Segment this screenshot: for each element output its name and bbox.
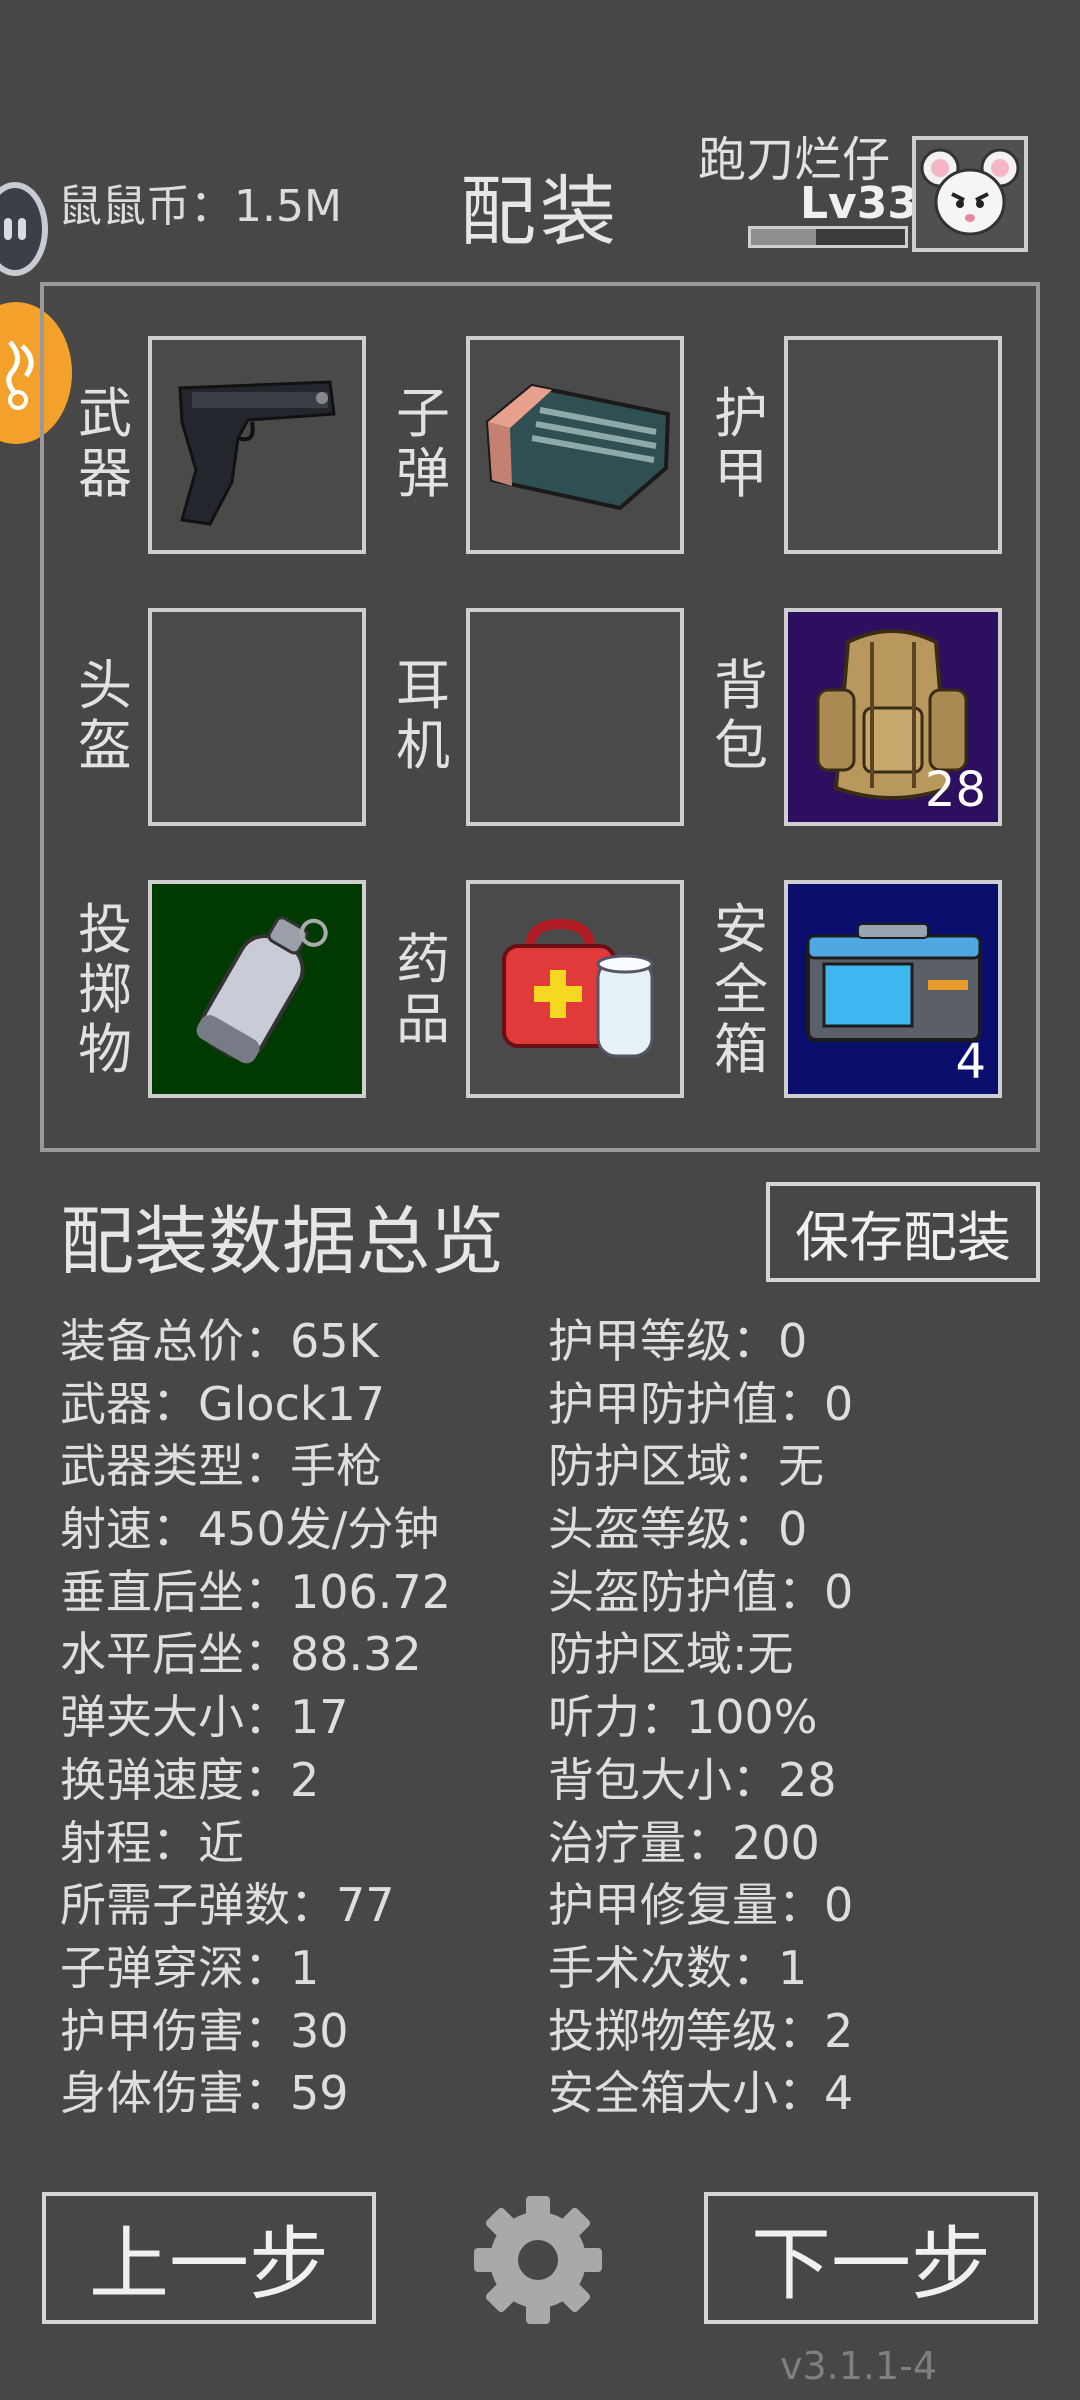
stat-healing: 治疗量：200 <box>548 1815 820 1870</box>
slot-label-ammo: 子 弹 <box>396 382 450 505</box>
stat-weapon-type: 武器类型：手枪 <box>60 1439 382 1494</box>
pistol-icon <box>178 380 336 526</box>
slot-label-safebox: 安 全 箱 <box>714 898 768 1081</box>
save-loadout-button[interactable]: 保存配装 <box>766 1182 1040 1282</box>
stat-horizontal-recoil: 水平后坐：88.32 <box>60 1627 422 1682</box>
slot-label-throwable: 投 掷 物 <box>78 898 132 1081</box>
slot-label-armor: 护 甲 <box>714 382 768 505</box>
xp-progress-bar <box>748 226 908 248</box>
next-step-button[interactable]: 下一步 <box>704 2192 1038 2324</box>
stats-left-column: 装备总价：65K 武器：Glock17 武器类型：手枪 射速：450发/分钟 垂… <box>60 1310 451 2125</box>
backpack-size-count: 28 <box>924 762 986 818</box>
stat-reload-speed: 换弹速度：2 <box>60 1752 320 1807</box>
slot-label-medicine: 药 品 <box>396 928 450 1051</box>
coin-balance: 鼠鼠币：1.5M <box>58 181 342 232</box>
stat-weapon: 武器：Glock17 <box>60 1376 386 1431</box>
stat-vertical-recoil: 垂直后坐：106.72 <box>60 1564 451 1619</box>
helmet-slot[interactable] <box>148 608 366 826</box>
stat-helmet-zone: 防护区域:无 <box>548 1627 794 1682</box>
avatar[interactable] <box>912 136 1028 252</box>
safe-box-slot[interactable]: 4 <box>784 880 1002 1098</box>
stat-hearing: 听力：100% <box>548 1690 818 1745</box>
version-label: v3.1.1-4 <box>780 2344 938 2388</box>
stat-backpack-size: 背包大小：28 <box>548 1752 837 1807</box>
stats-right-column: 护甲等级：0 护甲防护值：0 防护区域：无 头盔等级：0 头盔防护值：0 防护区… <box>548 1310 853 2125</box>
backpack-slot[interactable]: 28 <box>784 608 1002 826</box>
stat-surgery-count: 手术次数：1 <box>548 1940 808 1995</box>
stat-armor-level: 护甲等级：0 <box>548 1314 808 1368</box>
headset-slot[interactable] <box>466 608 684 826</box>
slot-label-backpack: 背 包 <box>714 654 768 777</box>
stat-fire-rate: 射速：450发/分钟 <box>60 1502 440 1557</box>
medkit-icon <box>502 918 654 1058</box>
medicine-slot[interactable] <box>466 880 684 1098</box>
stat-safebox-size: 安全箱大小：4 <box>548 2066 854 2121</box>
ammo-box-icon <box>485 383 671 511</box>
floating-chat-bubble[interactable] <box>0 182 48 276</box>
throwable-slot[interactable] <box>148 880 366 1098</box>
weapon-slot[interactable] <box>148 336 366 554</box>
stat-range: 射程：近 <box>60 1815 244 1870</box>
stat-ammo-required: 所需子弹数：77 <box>60 1878 395 1933</box>
stat-throwable-level: 投掷物等级：2 <box>548 2003 854 2058</box>
slot-label-headset: 耳 机 <box>396 654 450 777</box>
page-title: 配装 <box>460 167 620 256</box>
previous-step-button[interactable]: 上一步 <box>42 2192 376 2324</box>
stat-helmet-level: 头盔等级：0 <box>548 1502 808 1557</box>
overview-title: 配装数据总览 <box>60 1199 504 1285</box>
slot-label-weapon: 武 器 <box>78 382 132 505</box>
armor-slot[interactable] <box>784 336 1002 554</box>
stat-armor-protection: 护甲防护值：0 <box>548 1376 854 1431</box>
stat-body-damage: 身体伤害：59 <box>60 2066 349 2121</box>
gear-icon[interactable] <box>470 2192 606 2328</box>
player-level: Lv33 <box>800 178 918 229</box>
stat-total-value: 装备总价：65K <box>60 1314 379 1368</box>
ammo-slot[interactable] <box>466 336 684 554</box>
grenade-icon <box>196 916 328 1064</box>
xp-progress-fill <box>751 229 816 245</box>
stat-penetration: 子弹穿深：1 <box>60 1940 320 1995</box>
stat-helmet-protection: 头盔防护值：0 <box>548 1564 854 1619</box>
stat-armor-zone: 防护区域：无 <box>548 1439 824 1494</box>
stat-armor-damage: 护甲伤害：30 <box>60 2003 349 2058</box>
stat-magazine-size: 弹夹大小：17 <box>60 1690 349 1745</box>
mouse-avatar-icon <box>920 148 1020 236</box>
safe-box-size-count: 4 <box>955 1034 986 1090</box>
slot-label-helmet: 头 盔 <box>78 654 132 777</box>
stat-armor-repair: 护甲修复量：0 <box>548 1878 854 1933</box>
